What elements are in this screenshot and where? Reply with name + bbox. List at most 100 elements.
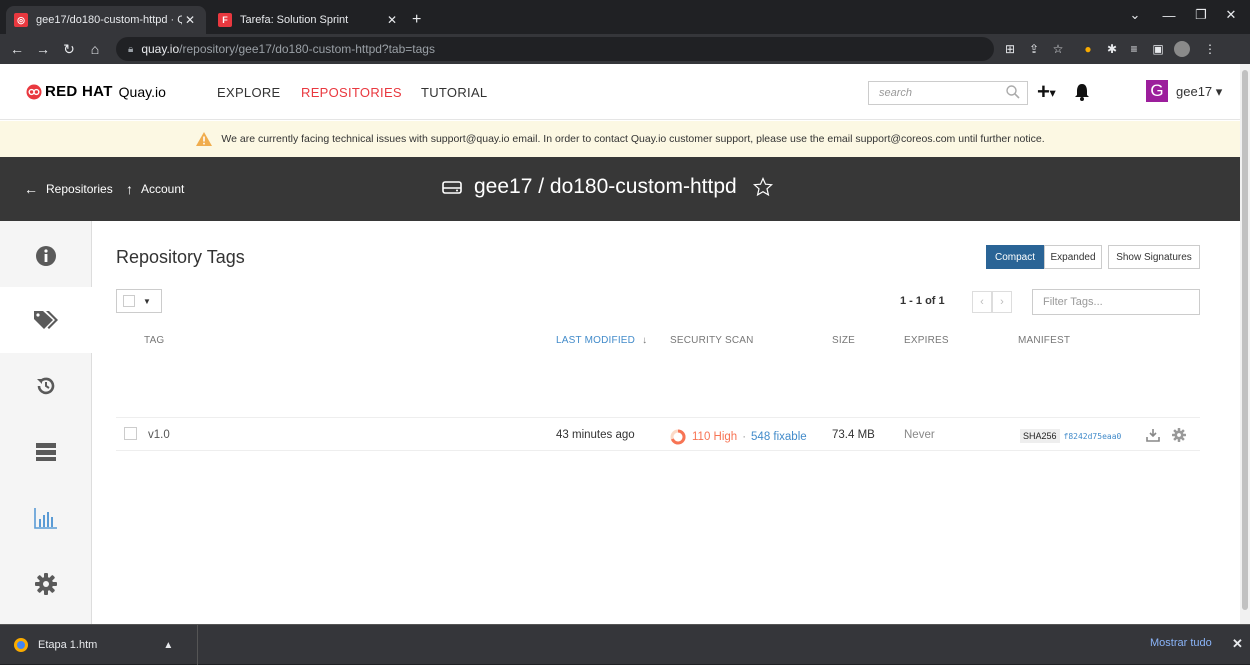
repository-header: ← Repositories ↑ Account gee17 / do180-c… bbox=[0, 157, 1240, 221]
row-settings-gear-icon[interactable] bbox=[1172, 428, 1186, 442]
scan-high-count[interactable]: 110 High bbox=[692, 431, 737, 443]
repository-name: gee17 / do180-custom-httpd bbox=[474, 175, 737, 198]
column-header-size[interactable]: SIZE bbox=[832, 335, 855, 346]
nav-explore[interactable]: EXPLORE bbox=[217, 85, 281, 100]
nav-repositories[interactable]: REPOSITORIES bbox=[301, 85, 402, 100]
chevron-up-icon[interactable]: ▲ bbox=[163, 640, 173, 651]
manifest-digest[interactable]: SHA256 f8242d75eaa0 bbox=[1020, 429, 1121, 443]
download-icon[interactable] bbox=[1146, 428, 1160, 442]
banner-text: We are currently facing technical issues… bbox=[221, 133, 1045, 145]
scrollbar-thumb[interactable] bbox=[1242, 70, 1248, 610]
back-to-account-link[interactable]: ↑ Account bbox=[126, 181, 184, 197]
address-bar[interactable]: 🔒︎ quay.io/repository/gee17/do180-custom… bbox=[116, 37, 994, 61]
compact-view-button[interactable]: Compact bbox=[986, 245, 1044, 269]
builds-server-icon bbox=[36, 443, 56, 461]
browser-menu-icon[interactable]: ⋮ bbox=[1202, 41, 1218, 57]
arrow-left-icon: ← bbox=[24, 181, 38, 197]
search-icon[interactable] bbox=[1006, 85, 1020, 99]
bar-chart-icon bbox=[34, 508, 57, 529]
select-all-checkbox[interactable] bbox=[123, 295, 135, 307]
product-text: Quay.io bbox=[118, 83, 166, 100]
sidebar-item-builds[interactable] bbox=[0, 419, 92, 485]
user-menu[interactable]: gee17 ▾ bbox=[1176, 84, 1222, 100]
back-arrow-icon[interactable]: ← bbox=[6, 39, 28, 59]
notifications-bell-icon[interactable] bbox=[1073, 83, 1091, 101]
bookmark-star-icon[interactable]: ☆ bbox=[1050, 41, 1066, 57]
nav-tutorial[interactable]: TUTORIAL bbox=[421, 85, 487, 100]
quay-logo[interactable]: RED HAT Quay.io bbox=[26, 83, 166, 100]
download-filename: Etapa 1.htm bbox=[38, 639, 98, 651]
security-scan-summary[interactable]: 110 High · 548 fixable bbox=[670, 429, 807, 445]
extension-icon[interactable]: ● bbox=[1080, 41, 1096, 57]
sidebar-item-tags[interactable] bbox=[0, 287, 92, 353]
extensions-puzzle-icon[interactable]: ✱ bbox=[1104, 41, 1120, 57]
tags-icon bbox=[34, 311, 58, 329]
browser-tab-quay[interactable]: ◎ gee17/do180-custom-httpd · Qu ✕ bbox=[6, 6, 206, 34]
row-divider bbox=[116, 450, 1200, 451]
sidebar-item-usage-logs[interactable] bbox=[0, 485, 92, 551]
close-tab-icon[interactable]: ✕ bbox=[182, 13, 198, 27]
history-icon bbox=[37, 377, 55, 395]
prev-page-button[interactable]: ‹ bbox=[972, 291, 992, 313]
star-icon[interactable] bbox=[752, 177, 773, 197]
web-page: RED HAT Quay.io EXPLORE REPOSITORIES TUT… bbox=[0, 64, 1240, 624]
create-new-button[interactable]: +▾ bbox=[1037, 79, 1055, 105]
sidebar-item-settings[interactable] bbox=[0, 551, 92, 617]
search-input[interactable]: search bbox=[868, 81, 1028, 105]
close-download-bar-icon[interactable]: ✕ bbox=[1232, 636, 1243, 652]
next-page-button[interactable]: › bbox=[992, 291, 1012, 313]
arrow-up-icon: ↑ bbox=[126, 181, 133, 197]
select-all-dropdown[interactable]: ▼ bbox=[116, 289, 162, 313]
repository-hdd-icon bbox=[442, 181, 462, 194]
manifest-algo: SHA256 bbox=[1020, 429, 1060, 443]
search-placeholder: search bbox=[879, 87, 913, 99]
lock-icon: 🔒︎ bbox=[128, 43, 134, 55]
column-header-manifest[interactable]: MANIFEST bbox=[1018, 335, 1070, 346]
redhat-logo-icon bbox=[26, 84, 42, 99]
share-icon[interactable]: ⇪ bbox=[1026, 41, 1042, 57]
filter-tags-input[interactable]: Filter Tags... bbox=[1032, 289, 1200, 315]
download-bar: Etapa 1.htm ▲ Mostrar tudo ✕ bbox=[0, 624, 1250, 665]
show-signatures-button[interactable]: Show Signatures bbox=[1108, 245, 1200, 269]
row-checkbox[interactable] bbox=[124, 427, 137, 440]
info-icon bbox=[36, 246, 56, 266]
translate-icon[interactable]: ⊞ bbox=[1002, 41, 1018, 57]
tab-title: gee17/do180-custom-httpd · Qu bbox=[36, 14, 182, 26]
profile-avatar-icon[interactable] bbox=[1174, 41, 1190, 57]
page-title: Repository Tags bbox=[116, 247, 245, 267]
sidebar-item-info[interactable] bbox=[0, 223, 92, 289]
filter-placeholder: Filter Tags... bbox=[1043, 296, 1103, 308]
scan-fixable-count[interactable]: 548 fixable bbox=[751, 431, 807, 443]
close-window-icon[interactable]: ✕ bbox=[1208, 0, 1250, 30]
new-tab-button[interactable]: + bbox=[408, 6, 432, 34]
site-header: RED HAT Quay.io EXPLORE REPOSITORIES TUT… bbox=[0, 64, 1240, 120]
scan-separator: · bbox=[742, 431, 747, 443]
side-panel-icon[interactable]: ▣ bbox=[1150, 41, 1166, 57]
manifest-hash: f8242d75eaa0 bbox=[1063, 431, 1122, 441]
show-all-downloads-link[interactable]: Mostrar tudo bbox=[1150, 637, 1212, 649]
sidebar-item-history[interactable] bbox=[0, 353, 92, 419]
column-header-expires[interactable]: EXPIRES bbox=[904, 335, 949, 346]
repository-side-nav bbox=[0, 221, 92, 624]
forward-arrow-icon[interactable]: → bbox=[32, 39, 54, 59]
browser-tab-tarefa[interactable]: F Tarefa: Solution Sprint ✕ bbox=[210, 6, 408, 34]
user-avatar[interactable]: G bbox=[1146, 80, 1168, 102]
expires-value[interactable]: Never bbox=[904, 429, 935, 441]
back-to-repositories-link[interactable]: ← Repositories bbox=[24, 181, 113, 197]
size-value: 73.4 MB bbox=[832, 429, 875, 441]
download-item[interactable]: Etapa 1.htm ▲ bbox=[0, 625, 198, 665]
reload-icon[interactable]: ↻ bbox=[58, 39, 80, 59]
expanded-view-button[interactable]: Expanded bbox=[1044, 245, 1102, 269]
column-header-last-modified[interactable]: LAST MODIFIED ↓ bbox=[556, 335, 647, 346]
warning-banner: We are currently facing technical issues… bbox=[0, 121, 1240, 157]
tag-name[interactable]: v1.0 bbox=[148, 429, 170, 441]
reading-list-icon[interactable]: ≡ bbox=[1126, 41, 1142, 57]
column-header-security-scan[interactable]: SECURITY SCAN bbox=[670, 335, 754, 346]
caret-down-icon: ▼ bbox=[143, 296, 151, 306]
home-icon[interactable]: ⌂ bbox=[84, 39, 106, 59]
column-header-tag[interactable]: TAG bbox=[144, 335, 164, 346]
chrome-file-icon bbox=[14, 638, 28, 652]
quay-favicon-icon: ◎ bbox=[14, 13, 28, 27]
close-tab-icon[interactable]: ✕ bbox=[384, 13, 400, 27]
page-scrollbar[interactable] bbox=[1240, 64, 1250, 624]
